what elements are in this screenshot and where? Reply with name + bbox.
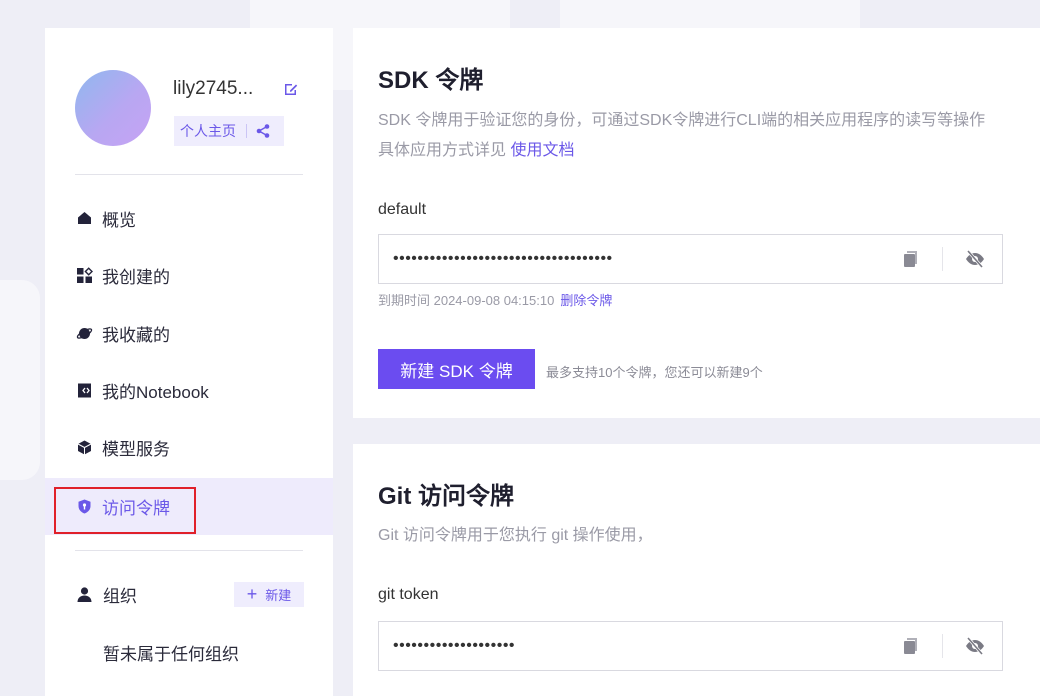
sdk-token-field[interactable]: •••••••••••••••••••••••••••••••••••• <box>378 234 1003 284</box>
token-limit-text: 最多支持10个令牌，您还可以新建9个 <box>546 365 763 380</box>
git-token-label: git token <box>378 586 439 603</box>
cube-icon <box>76 439 93 456</box>
nav-item-favorites[interactable]: 我收藏的 <box>45 305 333 362</box>
new-org-button[interactable]: + 新建 <box>234 581 304 607</box>
create-sdk-token-button[interactable]: 新建 SDK 令牌 <box>378 349 535 389</box>
username: lily2745... <box>173 78 254 99</box>
avatar[interactable] <box>75 70 151 146</box>
edit-icon[interactable] <box>283 81 299 97</box>
sdk-description: SDK 令牌用于验证您的身份，可通过SDK令牌进行CLI端的相关应用程序的读写等… <box>378 106 985 167</box>
nav-item-access-tokens[interactable]: 访问令牌 <box>45 478 333 535</box>
sdk-desc-line2: 具体应用方式详见 使用文档 <box>378 136 985 166</box>
nav-item-overview[interactable]: 概览 <box>45 190 333 247</box>
expire-text: 到期时间 2024-09-08 04:15:10 <box>378 293 555 308</box>
user-icon <box>76 586 93 603</box>
nav-label: 我创建的 <box>102 268 170 287</box>
nav-label: 访问令牌 <box>102 499 170 518</box>
nav-label: 概览 <box>102 211 136 230</box>
shield-icon <box>76 498 93 515</box>
docs-link[interactable]: 使用文档 <box>510 142 574 159</box>
field-separator <box>942 247 943 271</box>
nav-item-notebook[interactable]: 我的Notebook <box>45 362 333 419</box>
notebook-icon <box>76 382 93 399</box>
grid-icon <box>76 267 93 284</box>
eye-off-icon[interactable] <box>964 635 986 657</box>
field-separator <box>942 634 943 658</box>
sdk-token-card: SDK 令牌 SDK 令牌用于验证您的身份，可通过SDK令牌进行CLI端的相关应… <box>353 28 1040 418</box>
new-org-label: 新建 <box>265 587 292 603</box>
git-token-value[interactable]: •••••••••••••••••••• <box>379 637 899 655</box>
org-empty-text: 暂未属于任何组织 <box>103 645 239 664</box>
pill-divider <box>246 124 247 138</box>
planet-icon <box>76 325 93 342</box>
org-label: 组织 <box>103 586 137 606</box>
org-header: 组织 + 新建 <box>76 581 304 607</box>
divider <box>75 174 303 175</box>
sdk-desc-line1: SDK 令牌用于验证您的身份，可通过SDK令牌进行CLI端的相关应用程序的读写等… <box>378 112 986 129</box>
nav-item-model-service[interactable]: 模型服务 <box>45 419 333 476</box>
sidebar: lily2745... 个人主页 概览 我创建的 我收藏的 我的Notebook… <box>45 28 333 696</box>
delete-token-link[interactable]: 删除令牌 <box>560 293 612 308</box>
divider <box>75 550 303 551</box>
sdk-title: SDK 令牌 <box>378 67 484 94</box>
git-token-field[interactable]: •••••••••••••••••••• <box>378 621 1003 671</box>
git-title: Git 访问令牌 <box>378 483 514 510</box>
profile-pill: 个人主页 <box>174 116 284 146</box>
home-icon <box>76 210 93 227</box>
copy-icon[interactable] <box>899 635 921 657</box>
profile-link[interactable]: 个人主页 <box>174 121 246 141</box>
background-shape <box>0 280 40 480</box>
copy-icon[interactable] <box>899 248 921 270</box>
token-label: default <box>378 201 427 218</box>
expire-row: 到期时间 2024-09-08 04:15:10 删除令牌 <box>378 290 612 309</box>
git-description: Git 访问令牌用于您执行 git 操作使用， <box>378 527 653 544</box>
eye-off-icon[interactable] <box>964 248 986 270</box>
plus-icon: + <box>246 584 258 604</box>
nav-item-created[interactable]: 我创建的 <box>45 247 333 304</box>
nav-label: 我收藏的 <box>102 326 170 345</box>
nav-label: 我的Notebook <box>102 383 209 402</box>
token-value[interactable]: •••••••••••••••••••••••••••••••••••• <box>379 250 899 268</box>
nav-label: 模型服务 <box>102 440 170 459</box>
git-token-card: Git 访问令牌 Git 访问令牌用于您执行 git 操作使用， git tok… <box>353 444 1040 696</box>
sdk-desc-prefix: 具体应用方式详见 <box>378 142 507 160</box>
share-icon[interactable] <box>255 123 271 139</box>
